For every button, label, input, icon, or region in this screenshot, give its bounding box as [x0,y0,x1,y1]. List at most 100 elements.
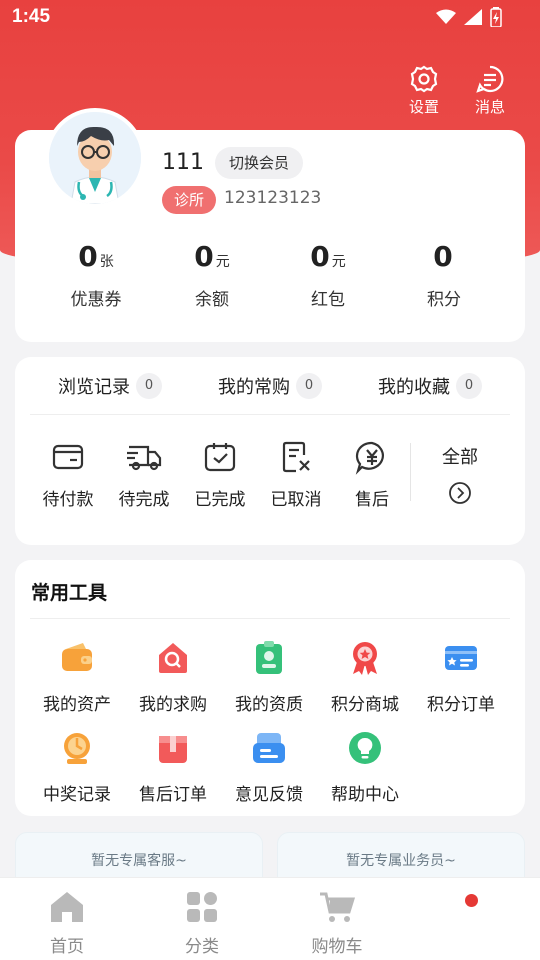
tab-home[interactable]: 首页 [17,890,117,957]
tool-label: 我的资质 [235,695,303,715]
order-label: 已取消 [270,490,322,510]
settings-button[interactable]: 设置 [404,64,444,117]
tool-label: 意见反馈 [235,785,303,805]
tool-my-qualifications[interactable]: 我的资质 [219,640,319,715]
stat-unit: 张 [99,254,114,270]
salesperson-text: 暂无专属业务员~ [346,853,456,869]
tab-category[interactable]: 分类 [152,890,252,957]
clipboard-check-icon [204,443,236,472]
divider [30,618,510,619]
tab-label: 首页 [50,937,84,957]
stat-label: 余额 [195,290,229,310]
stat-label: 红包 [311,290,345,310]
document-cancel-icon [282,441,310,473]
tool-points-orders[interactable]: 积分订单 [411,640,511,715]
status-bar: 1:45 [0,0,540,36]
messages-label: 消息 [474,98,505,116]
tool-my-assets[interactable]: 我的资产 [27,640,127,715]
clinic-tag: 诊所 [162,186,217,214]
tool-my-requests[interactable]: 我的求购 [123,640,223,715]
divider [410,443,411,501]
battery-icon [490,7,502,27]
stats-row: 0张 优惠券 0元 余额 0元 红包 0 积分 [15,240,525,310]
trophy-icon [64,733,90,764]
tab-label: 分类 [185,937,219,957]
status-time: 1:45 [12,6,51,27]
gear-icon [410,65,438,93]
id-card-icon [445,646,477,670]
tool-after-sales-orders[interactable]: 售后订单 [123,730,223,805]
truck-icon [127,445,162,471]
customer-service-text: 暂无专属客服~ [91,853,187,869]
chevron-right-circle-icon [449,482,471,504]
order-label: 待付款 [42,490,94,510]
signal-icon [464,9,482,25]
doctor-avatar-icon [49,112,141,204]
category-icon [187,892,217,922]
orders-card: 浏览记录 0 我的常购 0 我的收藏 0 待付款 待完成 已完成 已取消 售后 … [15,357,525,545]
browse-history-link[interactable]: 浏览记录 0 [30,357,190,414]
messages-button[interactable]: 消息 [470,64,510,117]
tool-label: 我的资产 [43,695,111,715]
medal-icon [353,642,377,675]
yuan-chat-icon [355,441,384,475]
order-pending-payment[interactable]: 待付款 [30,439,106,510]
home-icon [51,892,83,922]
avatar[interactable] [45,108,145,208]
quick-link-label: 我的常购 [218,376,290,398]
wallet-icon [62,643,92,671]
tab-label: 购物车 [311,937,363,957]
username: 111 [162,150,204,175]
certificate-icon [256,641,282,674]
tool-points-mall[interactable]: 积分商城 [315,640,415,715]
tool-label: 积分订单 [427,695,495,715]
stat-label: 积分 [427,290,461,310]
order-after-sales[interactable]: 售后 [334,439,410,510]
house-search-icon [159,643,187,673]
stat-unit: 元 [331,254,346,270]
profile-card: 111 切换会员 诊所 123123123 0张 优惠券 0元 余额 0元 红包… [15,108,525,342]
order-label: 售后 [355,490,389,510]
order-completed[interactable]: 已完成 [182,439,258,510]
count-badge: 0 [136,372,162,399]
stat-coupons[interactable]: 0张 优惠券 [38,240,154,310]
wallet-icon [52,444,84,470]
quick-link-label: 我的收藏 [378,376,450,398]
tool-label: 积分商城 [331,695,399,715]
stat-points[interactable]: 0 积分 [386,240,502,310]
stat-value: 0 [78,240,98,273]
all-orders-button[interactable]: 全部 [430,443,490,509]
tool-label: 帮助中心 [331,785,399,805]
tools-title: 常用工具 [31,582,108,604]
notification-dot [465,894,478,907]
order-pending-completion[interactable]: 待完成 [106,439,182,510]
stat-unit: 元 [215,254,230,270]
tab-cart[interactable]: 购物车 [287,890,387,957]
quick-links: 浏览记录 0 我的常购 0 我的收藏 0 [30,357,510,415]
frequent-purchases-link[interactable]: 我的常购 0 [190,357,350,414]
stat-value: 0 [194,240,214,273]
tool-prize-records[interactable]: 中奖记录 [27,730,127,805]
all-orders-label: 全部 [442,447,478,468]
tool-feedback[interactable]: 意见反馈 [219,730,319,805]
stat-value: 0 [433,240,453,273]
tools-card: 常用工具 我的资产 我的求购 我的资质 积分商城 积分订单 中奖记录 售后订单 … [15,560,525,816]
count-badge: 0 [296,372,322,399]
tool-label: 售后订单 [139,785,207,805]
order-cancelled[interactable]: 已取消 [258,439,334,510]
cart-icon [320,892,356,922]
tab-bar: 首页 分类 购物车 [0,877,540,960]
tool-help-center[interactable]: 帮助中心 [315,730,415,805]
settings-label: 设置 [408,98,439,116]
stat-label: 优惠券 [70,290,122,310]
stat-value: 0 [310,240,330,273]
stat-balance[interactable]: 0元 余额 [154,240,270,310]
tool-label: 我的求购 [139,695,207,715]
favorites-link[interactable]: 我的收藏 0 [350,357,510,414]
gift-box-icon [159,736,187,763]
lightbulb-icon [349,732,381,764]
switch-member-button[interactable]: 切换会员 [215,147,304,179]
stat-red-packet[interactable]: 0元 红包 [270,240,386,310]
order-label: 待完成 [118,490,170,510]
quick-link-label: 浏览记录 [58,376,130,398]
